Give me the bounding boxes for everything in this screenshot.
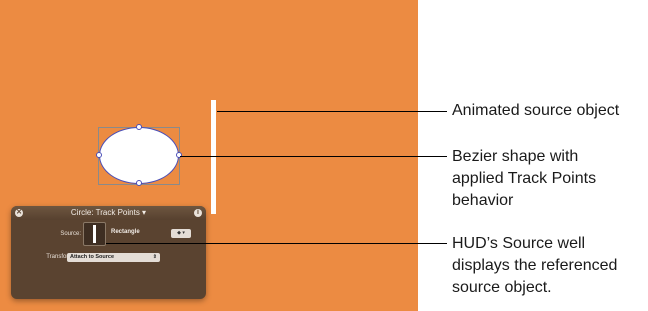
bottom-handle[interactable] [136,180,142,186]
animated-source-object[interactable] [211,100,216,214]
callout-bezier-shape: Bezier shape with applied Track Points b… [452,148,597,209]
source-popup-button[interactable]: ◆ ▾ [171,229,191,238]
close-icon[interactable]: ✕ [15,209,23,217]
transform-select[interactable]: Attach to Source ⇕ [67,253,160,262]
hud-title[interactable]: Circle: Track Points ▾ [11,206,206,220]
bezier-circle-shape[interactable] [99,127,179,184]
callout-source-well: HUD’s Source well displays the reference… [452,235,618,296]
top-handle[interactable] [136,124,142,130]
callout-line-shape [180,156,447,157]
source-thumbnail [93,225,96,243]
source-label: Source: [60,231,81,237]
transform-value: Attach to Source [70,254,115,260]
source-name: Rectangle [111,229,140,235]
right-handle[interactable] [176,152,182,158]
info-icon[interactable]: i [194,209,202,217]
callout-source-object: Animated source object [452,102,620,119]
callout-line-well [106,243,447,244]
updown-arrow-icon: ⇕ [152,254,157,260]
source-well[interactable] [83,222,106,246]
left-handle[interactable] [96,152,102,158]
callout-line-source [217,111,447,112]
